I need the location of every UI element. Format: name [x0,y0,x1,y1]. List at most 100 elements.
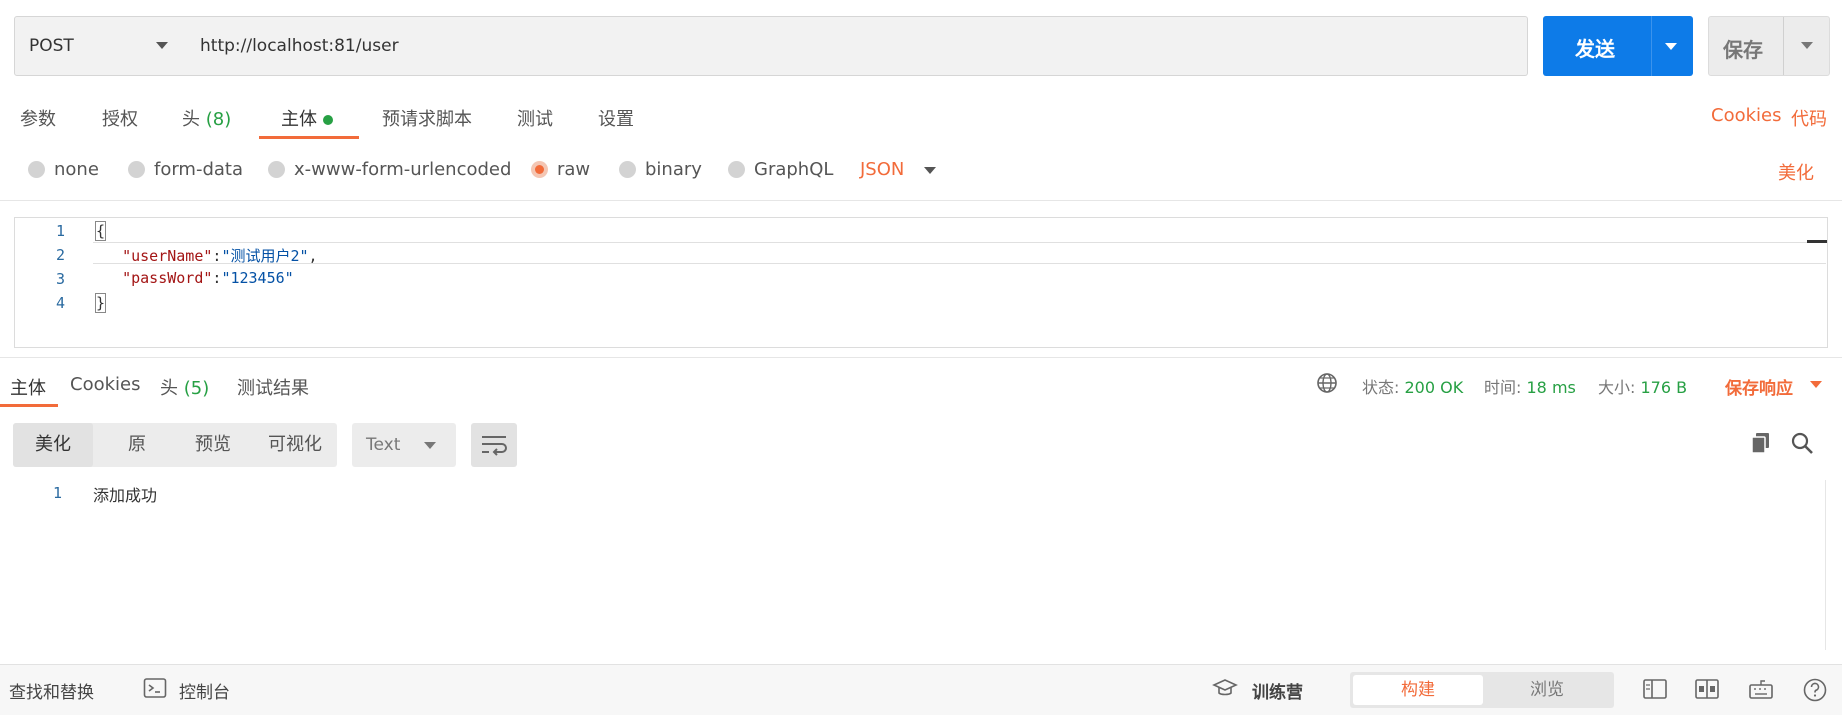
status-value[interactable]: 200 OK [1405,378,1464,397]
radio-raw[interactable]: raw [531,159,590,180]
response-tab-body[interactable]: 主体 [10,374,46,400]
chevron-down-icon[interactable] [1810,381,1822,388]
radio-label: GraphQL [754,159,834,180]
browse-mode-button[interactable]: 浏览 [1483,675,1611,705]
divider [0,357,1842,358]
line-number: 1 [55,222,65,240]
graduation-cap-icon[interactable] [1212,677,1238,699]
tab-tests[interactable]: 测试 [517,105,553,131]
send-divider [1651,16,1652,76]
meta-label: 大小: [1598,378,1636,397]
url-input[interactable] [200,32,1500,60]
view-pretty-button[interactable]: 美化 [13,423,93,467]
code-line-1: { [95,221,107,241]
save-button[interactable]: 保存 [1708,16,1830,76]
response-tab-headers[interactable]: 头 (5) [160,374,209,400]
size-value[interactable]: 176 B [1641,378,1688,397]
line-number: 2 [55,246,65,264]
radio-binary[interactable]: binary [619,159,702,180]
tab-headers[interactable]: 头 (8) [182,105,231,131]
build-mode-button[interactable]: 构建 [1353,675,1483,705]
console-icon[interactable] [143,677,167,699]
tab-label: 头 [160,378,178,399]
line-number: 4 [55,294,65,312]
beautify-link[interactable]: 美化 [1778,159,1814,185]
editor-gutter: 1 2 3 4 [15,218,85,347]
tab-authorization[interactable]: 授权 [102,105,138,131]
format-select[interactable]: Text [352,423,456,467]
search-icon[interactable] [1790,431,1814,455]
meta-label: 时间: [1484,378,1522,397]
save-button-label: 保存 [1723,38,1763,62]
send-button[interactable]: 发送 [1543,16,1693,76]
code-line-3: "passWord":"123456" [95,269,294,287]
chevron-down-icon[interactable] [924,167,936,174]
response-size: 大小: 176 B [1598,374,1687,398]
two-pane-icon[interactable] [1642,677,1668,701]
tab-settings[interactable]: 设置 [598,105,634,131]
json-comma: , [308,247,318,265]
tab-pre-request-script[interactable]: 预请求脚本 [382,105,472,131]
tab-label: 头 [182,109,200,130]
console-button[interactable]: 控制台 [179,678,230,703]
headers-count: (8) [205,109,232,130]
view-preview-button[interactable]: 预览 [173,423,253,467]
send-options-chevron-icon[interactable] [1665,43,1677,50]
cookies-link[interactable]: Cookies [1711,105,1781,126]
response-tab-test-results[interactable]: 测试结果 [237,374,309,400]
radio-graphql[interactable]: GraphQL [728,159,833,180]
radio-none[interactable]: none [28,159,99,180]
radio-selected-icon [531,161,548,178]
divider [0,200,1842,201]
save-options-chevron-icon[interactable] [1801,42,1813,49]
tab-label: 预请求脚本 [382,109,472,130]
layout-columns-icon[interactable] [1694,677,1720,701]
radio-label: raw [557,159,591,180]
find-replace-button[interactable]: 查找和替换 [9,678,94,703]
tab-label: 参数 [20,109,56,130]
response-time: 时间: 18 ms [1484,374,1576,398]
line-number: 3 [55,270,65,288]
globe-icon[interactable] [1316,372,1338,394]
response-tab-cookies[interactable]: Cookies [70,374,140,395]
save-response-button[interactable]: 保存响应 [1725,374,1793,399]
time-value[interactable]: 18 ms [1527,378,1576,397]
wrap-lines-button[interactable] [471,423,517,467]
chevron-down-icon [156,42,168,49]
radio-form-data[interactable]: form-data [128,159,243,180]
response-status: 状态: 200 OK [1362,374,1463,398]
bootcamp-button[interactable]: 训练营 [1252,678,1303,703]
tab-label: 设置 [598,109,634,130]
keyboard-icon[interactable] [1748,677,1774,701]
radio-icon [268,161,285,178]
brace-match: { [95,221,107,241]
line-number: 1 [52,484,62,502]
code-line-2: "userName":"测试用户2", [95,245,318,266]
tab-label: 测试 [517,109,553,130]
tab-label: Cookies [70,374,141,395]
view-raw-button[interactable]: 原 [101,423,173,467]
copy-icon[interactable] [1750,431,1772,455]
code-link[interactable]: 代码 [1791,105,1827,131]
json-string: "测试用户2" [221,247,309,265]
json-key: "userName" [122,247,213,265]
body-language-select[interactable]: JSON [860,159,904,180]
radio-x-www-form-urlencoded[interactable]: x-www-form-urlencoded [268,159,511,180]
radio-label: none [54,159,99,180]
headers-count: (5) [183,378,210,399]
meta-label: 状态: [1362,378,1400,397]
help-icon[interactable] [1802,677,1828,703]
view-visualize-button[interactable]: 可视化 [255,423,335,467]
tab-params[interactable]: 参数 [20,105,56,131]
request-body-editor[interactable]: 1 2 3 4 { "userName":"测试用户2", "passWord"… [14,217,1828,348]
radio-label: binary [645,159,702,180]
tab-label: 主体 [281,109,317,130]
tab-body[interactable]: 主体 [281,105,333,131]
chevron-down-icon [424,442,436,449]
editor-scroll-marker [1807,240,1827,243]
json-string: "123456" [221,269,294,287]
url-bar[interactable] [186,16,1528,76]
json-key: "passWord" [122,269,213,287]
body-indicator-dot [323,115,333,125]
method-select[interactable]: POST [14,16,187,76]
